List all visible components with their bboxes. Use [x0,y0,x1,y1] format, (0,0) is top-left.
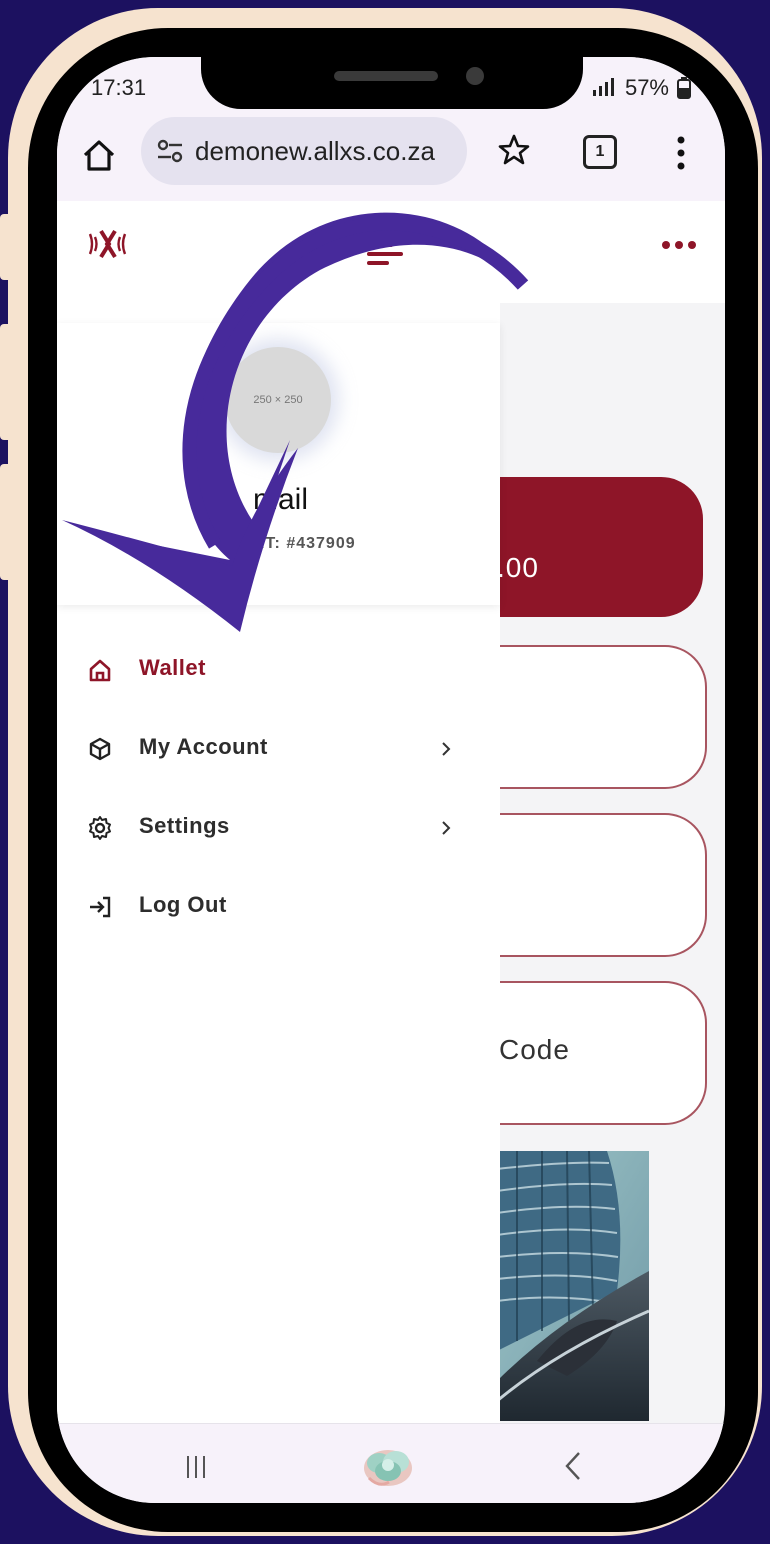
phone-side-button [0,464,14,580]
menu-item-my-account[interactable]: My Account [57,714,500,793]
phone-notch [201,57,583,109]
profile-account-number: NT: #437909 [253,535,356,552]
profile-card: 250 × 250 mail NT: #437909 [57,323,500,605]
browser-toolbar: demonew.allxs.co.za 1 [57,117,725,202]
chevron-right-icon [442,742,451,756]
signal-icon [592,78,614,96]
site-settings-icon[interactable] [155,136,185,166]
status-time: 17:31 [91,75,147,100]
code-action-label: Code [499,1034,570,1065]
menu-item-wallet[interactable]: Wallet [57,635,500,714]
bookmark-star-icon[interactable] [497,133,531,167]
gear-icon [89,816,111,840]
chevron-right-icon [442,821,451,835]
phone-screen: .00 Code 17:31 57% demonew.allxs.co.za 1… [57,57,725,1503]
drawer-menu: Wallet My Account Settings Log Out [57,635,500,951]
home-icon[interactable] [79,135,119,175]
system-nav-bar [57,1423,725,1503]
menu-item-label: Wallet [139,655,206,680]
app-header [57,201,725,303]
menu-item-label: My Account [139,734,268,759]
phone-side-button [0,214,14,280]
menu-item-settings[interactable]: Settings [57,793,500,872]
logout-icon [90,896,111,918]
hamburger-menu-icon[interactable] [367,239,405,269]
speaker-grille [334,71,438,81]
avatar[interactable]: 250 × 250 [225,347,331,453]
phone-side-button [0,324,14,440]
url-bar[interactable]: demonew.allxs.co.za [141,117,467,185]
profile-name: mail [253,483,309,516]
home-icon [89,659,111,682]
menu-item-log-out[interactable]: Log Out [57,872,500,951]
home-flower-icon[interactable] [359,1438,417,1492]
menu-item-label: Log Out [139,892,227,917]
url-text: demonew.allxs.co.za [195,135,435,166]
wallet-balance-amount: .00 [497,552,539,583]
tab-switcher-button[interactable]: 1 [583,135,617,169]
battery-icon [677,77,691,99]
box-icon [89,737,111,761]
side-drawer: 250 × 250 mail NT: #437909 Wallet My Acc… [57,303,500,1423]
promo-image [497,1151,649,1421]
status-indicators: 57% [591,75,691,101]
app-logo-icon[interactable] [87,227,129,261]
battery-percent: 57% [624,75,669,100]
menu-item-label: Settings [139,813,230,838]
front-camera [466,67,484,85]
recent-apps-icon[interactable] [183,1454,209,1480]
browser-menu-icon[interactable] [671,135,691,171]
more-options-icon[interactable] [661,239,697,251]
back-icon[interactable] [563,1450,583,1482]
